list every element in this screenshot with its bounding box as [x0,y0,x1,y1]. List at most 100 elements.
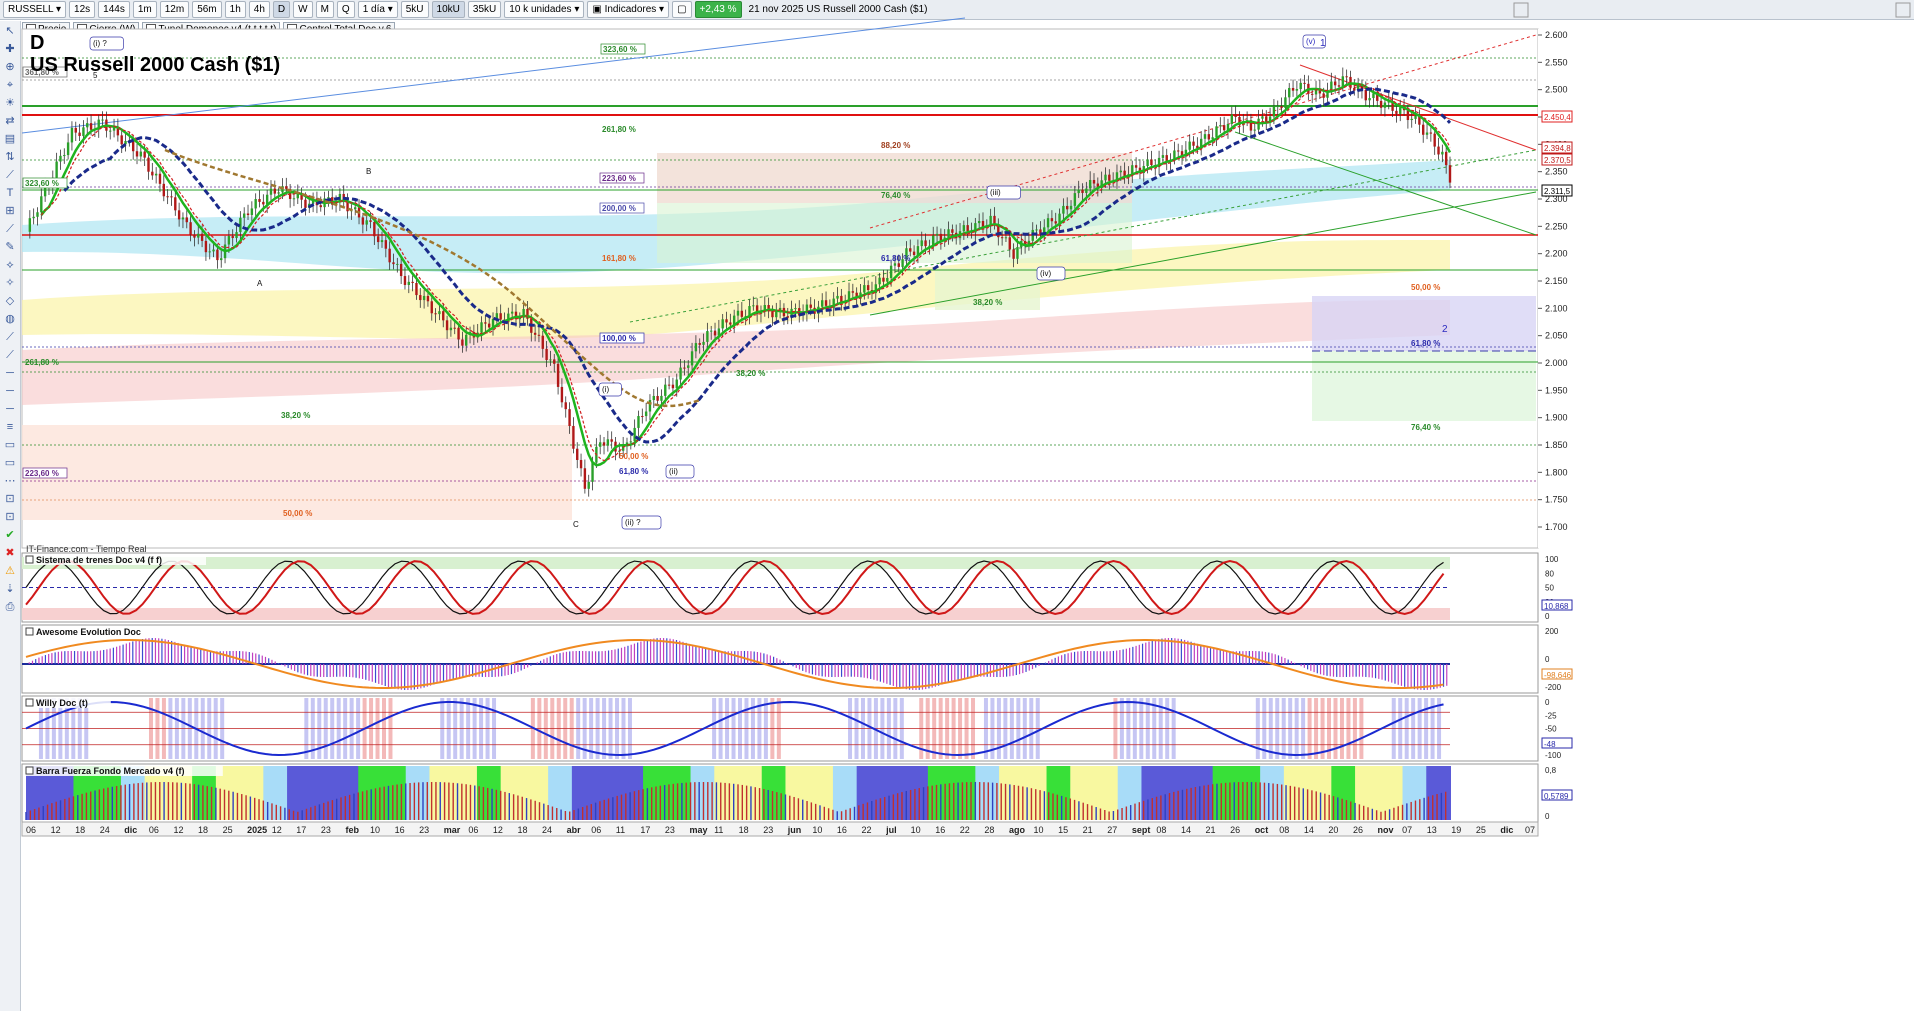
candle-body [977,220,981,224]
candle-body [537,334,541,336]
candle-body [204,240,208,253]
candle-body [652,395,655,401]
panel-checkbox-icon [25,698,34,707]
fib-label: 223,60 % [25,469,59,478]
candle-body [235,232,238,239]
fib-label: 38,20 % [736,369,765,378]
candle-body [1395,110,1398,114]
candle-body [671,384,675,389]
date-axis-label: 18 [517,825,527,835]
candle-body [449,327,453,331]
candle-body [220,258,223,261]
candle-body [1299,82,1302,90]
candle-body [725,319,728,323]
strength-bar [809,766,834,820]
candle-body [576,448,579,460]
candle-body [193,234,196,238]
candle-body [242,213,246,218]
candle-body [1188,141,1191,150]
candle-body [572,425,575,449]
price-chart[interactable]: 323,60 %261,80 %223,60 %200,00 %161,80 %… [0,0,1914,1031]
candle-body [384,240,388,249]
candle-body [610,439,613,442]
panel-title: Barra Fuerza Fondo Mercado v4 (f) [36,766,185,776]
panel-title: Sistema de trenes Doc v4 (f f) [36,555,162,565]
candle-body [166,196,169,198]
date-axis-label: jun [787,825,802,835]
candle-body [1353,87,1356,91]
date-axis-label: may [689,825,707,835]
candle-body [549,359,552,361]
candle-body [713,330,717,336]
candle-body [101,119,104,121]
candle-body [28,218,32,232]
candle-body [246,213,250,216]
candle-body [181,217,185,220]
candle-body [752,305,755,307]
panel-title: Awesome Evolution Doc [36,627,141,637]
strength-bar [1236,766,1262,820]
date-axis-label: 08 [1156,825,1166,835]
candle-body [143,151,146,158]
date-axis-label: 24 [542,825,552,835]
candle-body [1207,134,1211,140]
fib-label: 323,60 % [603,45,637,54]
price-axis-label: 1.750 [1545,495,1568,505]
panel-axis-label: 0,8 [1545,766,1557,775]
fib-label: 50,00 % [1411,283,1440,292]
candle-body [1253,129,1256,131]
date-axis-label: 11 [616,825,625,835]
candle-body [591,462,594,482]
candle-body [369,220,372,222]
candle-body [698,343,701,345]
panel-axis-label: -25 [1545,711,1557,720]
candle-body [541,335,544,349]
candle-body [422,295,426,301]
strength-bar [287,766,312,820]
candle-body [1425,132,1429,135]
panel-value: 10,868 [1544,602,1569,611]
close-icon [1895,2,1911,18]
candle-body [1330,81,1333,90]
candle-body [1203,134,1207,139]
candle-body [434,313,437,315]
candle-body [1219,125,1222,127]
candle-body [82,127,85,136]
candle-body [430,301,433,314]
candle-body [63,155,66,157]
candle-body [656,395,659,401]
candle-body [1134,165,1138,168]
fib-label: 50,00 % [619,452,648,461]
candle-body [809,304,812,308]
candle-body [1008,237,1011,250]
candle-body [170,196,173,198]
candle-body [1414,115,1417,119]
candle-body [587,481,590,489]
candle-body [893,263,897,266]
candle-body [380,240,384,243]
strength-bar [429,766,455,820]
candle-body [962,225,966,232]
date-axis-label: 11 [714,825,723,835]
candle-body [736,310,740,316]
date-axis-label: 20 [1328,825,1338,835]
candle-body [197,233,200,238]
price-axis-label: 1.950 [1545,385,1568,395]
panel-value: -98,646 [1544,671,1572,680]
candle-body [553,359,556,364]
minimize-icon [1513,2,1529,18]
candle-body [403,276,407,285]
date-axis-label: 12 [493,825,503,835]
wave-label: 2 [1442,324,1448,335]
date-axis-label: 21 [1083,825,1093,835]
date-axis-label: jul [885,825,897,835]
date-axis-label: 22 [960,825,970,835]
panel-axis-label: 0 [1545,812,1550,821]
date-axis-label: 27 [1107,825,1117,835]
date-axis-label: 18 [75,825,85,835]
candle-body [254,199,257,209]
candle-body [480,322,483,333]
date-axis-label: 22 [862,825,872,835]
candle-body [1054,221,1057,224]
candle-body [644,411,648,417]
